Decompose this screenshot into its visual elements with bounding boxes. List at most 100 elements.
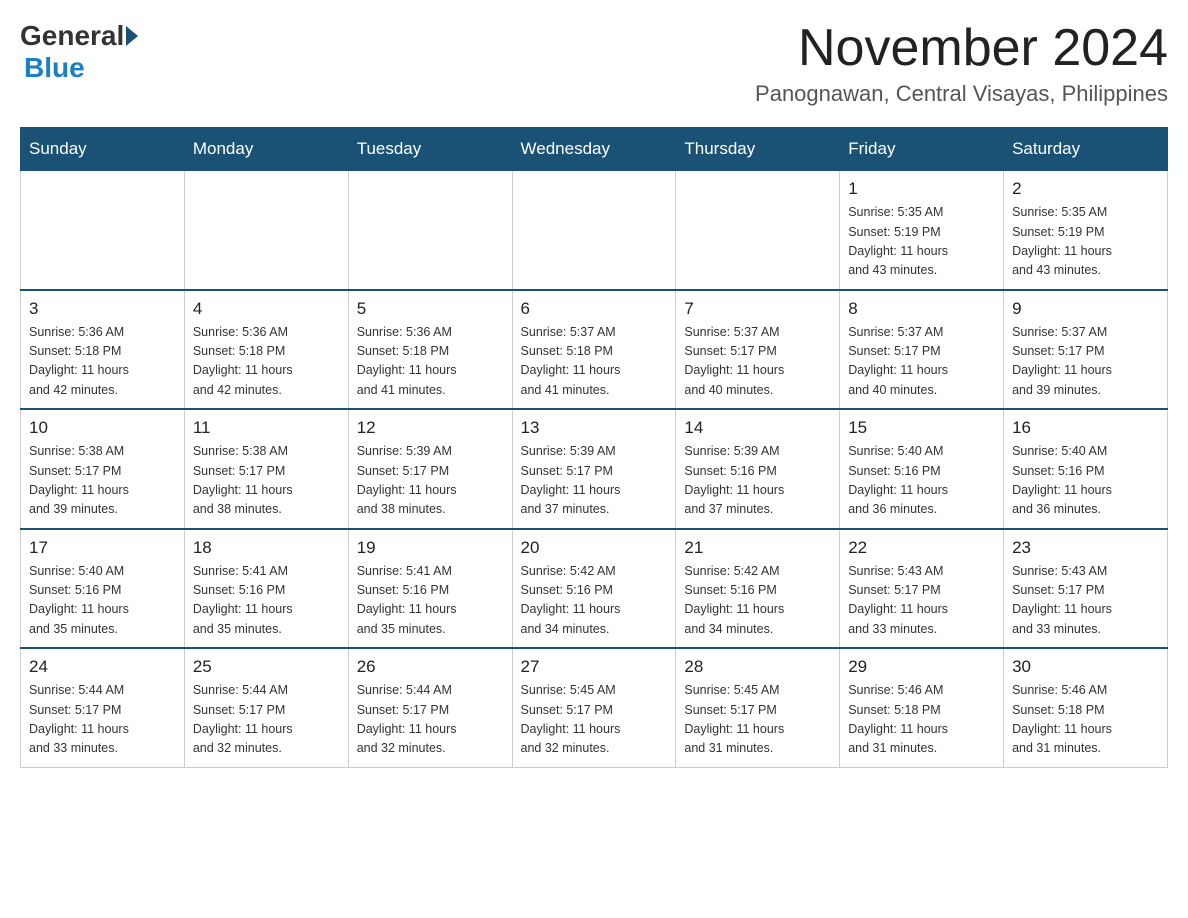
day-info: Sunrise: 5:44 AMSunset: 5:17 PMDaylight:… xyxy=(357,681,504,759)
logo-general-text: General xyxy=(20,20,124,52)
day-number: 19 xyxy=(357,538,504,558)
day-number: 20 xyxy=(521,538,668,558)
day-number: 24 xyxy=(29,657,176,677)
calendar-cell: 11 Sunrise: 5:38 AMSunset: 5:17 PMDayligh… xyxy=(184,409,348,529)
day-number: 25 xyxy=(193,657,340,677)
calendar-cell: 5Sunrise: 5:36 AMSunset: 5:18 PMDaylight… xyxy=(348,290,512,410)
day-info: Sunrise: 5:39 AMSunset: 5:16 PMDaylight:… xyxy=(684,442,831,520)
col-header-tuesday: Tuesday xyxy=(348,128,512,170)
day-number: 14 xyxy=(684,418,831,438)
day-info: Sunrise: 5:46 AMSunset: 5:18 PMDaylight:… xyxy=(1012,681,1159,759)
logo-arrow-icon xyxy=(126,26,138,46)
calendar-cell: 1Sunrise: 5:35 AMSunset: 5:19 PMDaylight… xyxy=(840,170,1004,290)
day-number: 29 xyxy=(848,657,995,677)
calendar-cell: 25 Sunrise: 5:44 AMSunset: 5:17 PMDayligh… xyxy=(184,648,348,767)
calendar-cell: 2 Sunrise: 5:35 AMSunset: 5:19 PMDaylight… xyxy=(1004,170,1168,290)
calendar-cell: 12 Sunrise: 5:39 AMSunset: 5:17 PMDayligh… xyxy=(348,409,512,529)
calendar-cell: 9Sunrise: 5:37 AMSunset: 5:17 PMDaylight… xyxy=(1004,290,1168,410)
day-number: 22 xyxy=(848,538,995,558)
calendar-cell: 28 Sunrise: 5:45 AMSunset: 5:17 PMDayligh… xyxy=(676,648,840,767)
calendar-table: SundayMondayTuesdayWednesdayThursdayFrid… xyxy=(20,127,1168,768)
day-number: 8 xyxy=(848,299,995,319)
calendar-cell: 23Sunrise: 5:43 AMSunset: 5:17 PMDayligh… xyxy=(1004,529,1168,649)
day-info: Sunrise: 5:43 AMSunset: 5:17 PMDaylight:… xyxy=(848,562,995,640)
day-info: Sunrise: 5:45 AMSunset: 5:17 PMDaylight:… xyxy=(684,681,831,759)
day-number: 9 xyxy=(1012,299,1159,319)
day-info: Sunrise: 5:37 AMSunset: 5:17 PMDaylight:… xyxy=(848,323,995,401)
calendar-cell: 14 Sunrise: 5:39 AMSunset: 5:16 PMDayligh… xyxy=(676,409,840,529)
day-number: 5 xyxy=(357,299,504,319)
location-title: Panognawan, Central Visayas, Philippines xyxy=(755,81,1168,107)
col-header-monday: Monday xyxy=(184,128,348,170)
day-info: Sunrise: 5:37 AMSunset: 5:18 PMDaylight:… xyxy=(521,323,668,401)
day-number: 15 xyxy=(848,418,995,438)
day-info: Sunrise: 5:35 AMSunset: 5:19 PMDaylight:… xyxy=(1012,203,1159,281)
day-info: Sunrise: 5:42 AMSunset: 5:16 PMDaylight:… xyxy=(521,562,668,640)
calendar-cell: 17 Sunrise: 5:40 AMSunset: 5:16 PMDayligh… xyxy=(21,529,185,649)
calendar-cell: 16Sunrise: 5:40 AMSunset: 5:16 PMDayligh… xyxy=(1004,409,1168,529)
calendar-cell: 4 Sunrise: 5:36 AMSunset: 5:18 PMDaylight… xyxy=(184,290,348,410)
day-number: 13 xyxy=(521,418,668,438)
day-number: 28 xyxy=(684,657,831,677)
calendar-cell: 13 Sunrise: 5:39 AMSunset: 5:17 PMDayligh… xyxy=(512,409,676,529)
logo: General Blue xyxy=(20,20,140,84)
calendar-header-row: SundayMondayTuesdayWednesdayThursdayFrid… xyxy=(21,128,1168,170)
day-number: 21 xyxy=(684,538,831,558)
day-info: Sunrise: 5:46 AMSunset: 5:18 PMDaylight:… xyxy=(848,681,995,759)
calendar-cell xyxy=(184,170,348,290)
calendar-cell: 10 Sunrise: 5:38 AMSunset: 5:17 PMDayligh… xyxy=(21,409,185,529)
day-number: 2 xyxy=(1012,179,1159,199)
calendar-cell: 8 Sunrise: 5:37 AMSunset: 5:17 PMDaylight… xyxy=(840,290,1004,410)
calendar-cell xyxy=(676,170,840,290)
day-info: Sunrise: 5:36 AMSunset: 5:18 PMDaylight:… xyxy=(193,323,340,401)
day-number: 3 xyxy=(29,299,176,319)
calendar-week-5: 24 Sunrise: 5:44 AMSunset: 5:17 PMDayligh… xyxy=(21,648,1168,767)
day-info: Sunrise: 5:40 AMSunset: 5:16 PMDaylight:… xyxy=(29,562,176,640)
calendar-cell: 29 Sunrise: 5:46 AMSunset: 5:18 PMDayligh… xyxy=(840,648,1004,767)
day-info: Sunrise: 5:41 AMSunset: 5:16 PMDaylight:… xyxy=(357,562,504,640)
calendar-week-4: 17 Sunrise: 5:40 AMSunset: 5:16 PMDayligh… xyxy=(21,529,1168,649)
calendar-week-3: 10 Sunrise: 5:38 AMSunset: 5:17 PMDayligh… xyxy=(21,409,1168,529)
day-info: Sunrise: 5:40 AMSunset: 5:16 PMDaylight:… xyxy=(848,442,995,520)
calendar-cell: 3Sunrise: 5:36 AMSunset: 5:18 PMDaylight… xyxy=(21,290,185,410)
day-info: Sunrise: 5:42 AMSunset: 5:16 PMDaylight:… xyxy=(684,562,831,640)
calendar-cell xyxy=(348,170,512,290)
day-number: 11 xyxy=(193,418,340,438)
calendar-cell: 19 Sunrise: 5:41 AMSunset: 5:16 PMDayligh… xyxy=(348,529,512,649)
day-number: 18 xyxy=(193,538,340,558)
day-number: 30 xyxy=(1012,657,1159,677)
day-number: 12 xyxy=(357,418,504,438)
day-info: Sunrise: 5:38 AMSunset: 5:17 PMDaylight:… xyxy=(193,442,340,520)
day-number: 27 xyxy=(521,657,668,677)
day-info: Sunrise: 5:45 AMSunset: 5:17 PMDaylight:… xyxy=(521,681,668,759)
day-number: 23 xyxy=(1012,538,1159,558)
logo-blue-text: Blue xyxy=(24,52,85,83)
calendar-cell: 27 Sunrise: 5:45 AMSunset: 5:17 PMDayligh… xyxy=(512,648,676,767)
calendar-cell: 20 Sunrise: 5:42 AMSunset: 5:16 PMDayligh… xyxy=(512,529,676,649)
calendar-cell: 6Sunrise: 5:37 AMSunset: 5:18 PMDaylight… xyxy=(512,290,676,410)
day-info: Sunrise: 5:38 AMSunset: 5:17 PMDaylight:… xyxy=(29,442,176,520)
day-number: 16 xyxy=(1012,418,1159,438)
day-number: 10 xyxy=(29,418,176,438)
day-number: 26 xyxy=(357,657,504,677)
calendar-cell: 24 Sunrise: 5:44 AMSunset: 5:17 PMDayligh… xyxy=(21,648,185,767)
month-title: November 2024 xyxy=(755,20,1168,77)
calendar-cell: 30 Sunrise: 5:46 AMSunset: 5:18 PMDayligh… xyxy=(1004,648,1168,767)
day-info: Sunrise: 5:44 AMSunset: 5:17 PMDaylight:… xyxy=(29,681,176,759)
day-number: 17 xyxy=(29,538,176,558)
day-info: Sunrise: 5:37 AMSunset: 5:17 PMDaylight:… xyxy=(684,323,831,401)
calendar-cell: 18Sunrise: 5:41 AMSunset: 5:16 PMDayligh… xyxy=(184,529,348,649)
calendar-week-1: 1 Sunrise: 5:35 AMSunset: 5:19 PMDaylight… xyxy=(21,170,1168,290)
day-number: 7 xyxy=(684,299,831,319)
col-header-saturday: Saturday xyxy=(1004,128,1168,170)
col-header-friday: Friday xyxy=(840,128,1004,170)
calendar-cell xyxy=(21,170,185,290)
day-info: Sunrise: 5:44 AMSunset: 5:17 PMDaylight:… xyxy=(193,681,340,759)
day-number: 4 xyxy=(193,299,340,319)
day-number: 1 xyxy=(848,179,995,199)
day-info: Sunrise: 5:39 AMSunset: 5:17 PMDaylight:… xyxy=(357,442,504,520)
day-info: Sunrise: 5:39 AMSunset: 5:17 PMDaylight:… xyxy=(521,442,668,520)
calendar-cell: 22 Sunrise: 5:43 AMSunset: 5:17 PMDayligh… xyxy=(840,529,1004,649)
calendar-cell: 26 Sunrise: 5:44 AMSunset: 5:17 PMDayligh… xyxy=(348,648,512,767)
calendar-cell xyxy=(512,170,676,290)
